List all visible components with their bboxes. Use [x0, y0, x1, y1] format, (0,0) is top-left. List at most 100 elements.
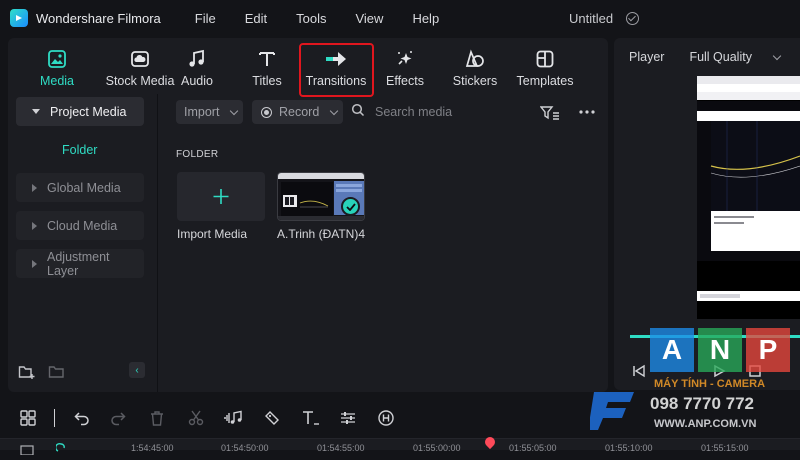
timeline-ruler[interactable]: 1:54:45:00 01:54:50:00 01:54:55:00 01:55… [0, 434, 800, 456]
sparkle-icon [393, 47, 417, 71]
import-label: Import [184, 105, 220, 119]
sidebar-item-adjustment-layer[interactable]: Adjustment Layer [16, 249, 144, 278]
title-bar: Wondershare Filmora File Edit Tools View… [0, 0, 800, 36]
caret-down-icon [32, 109, 40, 114]
text-t-icon [255, 47, 279, 71]
more-options-icon[interactable] [578, 105, 596, 124]
menu-tools[interactable]: Tools [296, 11, 326, 26]
menu-bar: File Edit Tools View Help [195, 11, 468, 26]
timecode: 01:55:10:00 [605, 443, 653, 453]
import-media-caption: Import Media [177, 227, 248, 241]
timecode: 01:54:50:00 [221, 443, 269, 453]
tab-stock-media-label: Stock Media [105, 74, 175, 88]
media-content: Import Record FOLDER Import Media [159, 94, 608, 392]
media-clip-thumbnail[interactable] [277, 172, 365, 221]
filter-icon[interactable] [539, 105, 560, 126]
app-title: Wondershare Filmora [36, 10, 161, 26]
redo-icon[interactable] [108, 408, 128, 428]
sidebar-item-global-media[interactable]: Global Media [16, 173, 144, 202]
sidebar-folder[interactable]: Folder [62, 143, 97, 157]
chevron-down-icon [330, 106, 339, 115]
undo-icon[interactable] [72, 408, 92, 428]
speed-icon[interactable] [376, 408, 396, 428]
tab-effects[interactable]: Effects [382, 38, 428, 94]
chevron-down-icon[interactable] [772, 51, 782, 60]
new-folder-icon[interactable] [18, 364, 36, 380]
clip-caption: A.Trinh (ĐATN)4 [277, 227, 366, 241]
tab-media-label: Media [39, 74, 75, 88]
playback-progress-bar[interactable] [630, 335, 800, 338]
tab-titles[interactable]: Titles [244, 38, 290, 94]
music-note-icon [185, 47, 209, 71]
tab-templates[interactable]: Templates [514, 38, 576, 94]
delete-icon[interactable] [147, 408, 167, 428]
sidebar-item-cloud-media[interactable]: Cloud Media [16, 211, 144, 240]
menu-help[interactable]: Help [412, 11, 439, 26]
tab-audio-label: Audio [181, 74, 213, 88]
search-box[interactable] [351, 100, 511, 124]
record-label: Record [279, 105, 320, 119]
media-library-panel: Media Stock Media Audio Titles Transitio… [8, 38, 608, 392]
sidebar-item-label: Cloud Media [47, 218, 118, 233]
audio-edit-icon[interactable] [223, 408, 243, 428]
caret-right-icon [32, 221, 37, 230]
timeline-toolbar [0, 396, 800, 438]
tab-stickers-label: Stickers [452, 74, 498, 88]
player-panel: Player Full Quality [614, 38, 800, 390]
collapse-sidebar-button[interactable]: ‹ [129, 362, 145, 378]
main-toolbar: Media Stock Media Audio Titles Transitio… [8, 38, 608, 97]
adjust-sliders-icon[interactable] [338, 408, 358, 428]
transitions-highlight-box [299, 43, 374, 97]
quality-dropdown[interactable]: Full Quality [689, 50, 752, 64]
sticker-icon [463, 47, 487, 71]
play-icon[interactable] [712, 364, 726, 383]
section-label-folder: FOLDER [176, 149, 219, 160]
timecode: 01:55:15:00 [701, 443, 749, 453]
menu-view[interactable]: View [355, 11, 383, 26]
layout-grid-icon[interactable] [18, 408, 38, 428]
filmora-logo-icon [10, 9, 28, 27]
tab-effects-label: Effects [386, 74, 424, 88]
playhead-marker[interactable] [482, 434, 498, 450]
tab-stickers[interactable]: Stickers [452, 38, 498, 94]
prev-frame-icon[interactable] [632, 364, 646, 383]
record-icon [261, 106, 272, 118]
sidebar-item-label: Adjustment Layer [47, 249, 110, 278]
tab-templates-label: Templates [516, 74, 574, 88]
cloud-box-icon [128, 47, 152, 71]
stop-icon[interactable] [748, 364, 762, 383]
search-icon [351, 103, 365, 122]
preview-frame-image [697, 76, 800, 319]
menu-file[interactable]: File [195, 11, 216, 26]
timecode: 01:54:55:00 [317, 443, 365, 453]
saved-check-icon[interactable] [626, 12, 639, 25]
folder-icon[interactable] [48, 364, 66, 380]
search-input[interactable] [375, 105, 505, 119]
link-icon[interactable] [55, 440, 66, 458]
import-media-tile[interactable] [177, 172, 265, 221]
tab-media[interactable]: Media [34, 38, 80, 94]
sidebar-item-project-media[interactable]: Project Media [16, 97, 144, 126]
tag-icon[interactable] [262, 408, 282, 428]
playback-progress-fill [630, 335, 800, 338]
media-icon [45, 47, 69, 71]
caret-right-icon [32, 183, 37, 192]
player-header: Player Full Quality [614, 38, 800, 76]
menu-edit[interactable]: Edit [245, 11, 267, 26]
tab-titles-label: Titles [252, 74, 282, 88]
document-title: Untitled [569, 11, 614, 26]
sidebar-item-label: Global Media [47, 180, 121, 195]
record-dropdown[interactable]: Record [252, 100, 343, 124]
media-sidebar: Project Media Folder Global Media Cloud … [8, 94, 158, 392]
scissors-icon[interactable] [186, 408, 206, 428]
track-manager-icon[interactable] [20, 442, 34, 460]
timecode: 1:54:45:00 [131, 443, 174, 453]
caret-right-icon [32, 259, 37, 268]
tab-audio[interactable]: Audio [174, 38, 220, 94]
import-dropdown[interactable]: Import [176, 100, 243, 124]
sidebar-item-label: Project Media [50, 104, 127, 119]
video-preview[interactable] [697, 76, 800, 319]
player-label: Player [629, 50, 665, 64]
text-tool-icon[interactable] [301, 408, 321, 428]
imported-check-icon [341, 197, 360, 216]
